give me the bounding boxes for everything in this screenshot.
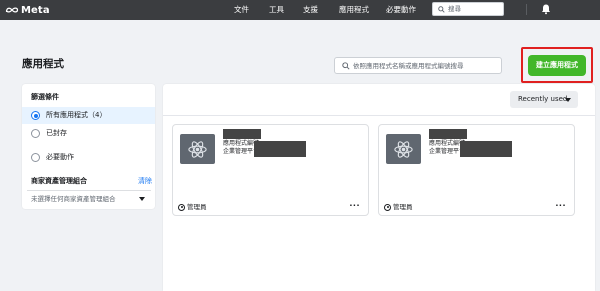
sort-label: Recently used	[518, 95, 568, 103]
redacted-app-id	[460, 141, 512, 157]
app-search-placeholder: 依照應用程式名稱或應用程式編號搜尋	[353, 62, 464, 70]
app-role: 管理員	[384, 202, 413, 212]
create-app-button[interactable]: 建立應用程式	[528, 55, 586, 76]
business-portfolio-select[interactable]: 未選擇任何商家資產管理組合	[27, 190, 151, 205]
business-portfolio-title: 商家資產管理組合	[31, 177, 87, 185]
nav-search-placeholder: 搜尋	[448, 5, 461, 13]
nav-divider	[526, 4, 527, 15]
page-title: 應用程式	[22, 58, 64, 70]
nav-search-input[interactable]: 搜尋	[432, 2, 504, 16]
app-card[interactable]: 應用程式編號 企業管理平台 管理員 ···	[378, 124, 575, 216]
role-icon	[384, 203, 391, 211]
app-avatar	[180, 134, 215, 164]
bell-icon[interactable]	[540, 3, 552, 15]
apps-panel: Recently used 應用程式編號 企業管理平台 管理員 ··· 應用程式…	[163, 84, 595, 291]
more-options-icon[interactable]: ···	[555, 201, 566, 211]
brand-name: Meta	[21, 4, 50, 16]
role-label: 管理員	[187, 203, 207, 211]
filter-option-label: 所有應用程式（4）	[46, 111, 107, 119]
app-avatar	[386, 134, 421, 164]
nav-link-tools[interactable]: 工具	[269, 4, 284, 16]
nav-link-required-actions[interactable]: 必要動作	[386, 4, 416, 16]
filter-title: 篩選條件	[31, 93, 59, 101]
filter-option-all-apps[interactable]: 所有應用程式（4）	[22, 107, 155, 124]
meta-logo[interactable]: Meta	[5, 3, 50, 17]
atom-icon	[188, 141, 207, 158]
nav-link-support[interactable]: 支援	[303, 4, 318, 16]
filter-option-label: 必要動作	[46, 153, 74, 161]
nav-link-docs[interactable]: 文件	[234, 4, 249, 16]
app-card[interactable]: 應用程式編號 企業管理平台 管理員 ···	[172, 124, 369, 216]
top-nav: Meta 文件 工具 支援 應用程式 必要動作 搜尋	[0, 0, 600, 20]
filter-option-archived[interactable]: 已封存	[22, 125, 155, 142]
role-label: 管理員	[393, 203, 413, 211]
clear-filter-link[interactable]: 清除	[138, 176, 152, 186]
redacted-app-id	[254, 141, 306, 157]
redacted-app-name	[223, 129, 261, 139]
atom-icon	[394, 141, 413, 158]
sort-dropdown[interactable]: Recently used	[510, 91, 578, 108]
nav-link-apps[interactable]: 應用程式	[339, 4, 369, 16]
app-search-input[interactable]: 依照應用程式名稱或應用程式編號搜尋	[334, 57, 502, 74]
radio-unselected[interactable]	[31, 153, 40, 162]
business-portfolio-placeholder: 未選擇任何商家資產管理組合	[31, 195, 116, 203]
more-options-icon[interactable]: ···	[349, 201, 360, 211]
redacted-app-name	[429, 129, 467, 139]
role-icon	[178, 203, 185, 211]
filter-option-required-actions[interactable]: 必要動作	[22, 149, 155, 166]
meta-infinity-icon	[5, 7, 19, 13]
panel-divider	[163, 115, 595, 116]
filter-panel: 篩選條件 所有應用程式（4） 已封存 必要動作 商家資產管理組合 清除 未選擇任…	[22, 84, 155, 209]
search-icon	[438, 6, 445, 13]
app-role: 管理員	[178, 202, 207, 212]
chevron-down-icon	[139, 197, 145, 201]
radio-unselected[interactable]	[31, 129, 40, 138]
filter-option-label: 已封存	[46, 129, 67, 137]
radio-selected[interactable]	[31, 111, 40, 120]
search-icon	[342, 62, 350, 70]
chevron-down-icon	[565, 98, 571, 102]
